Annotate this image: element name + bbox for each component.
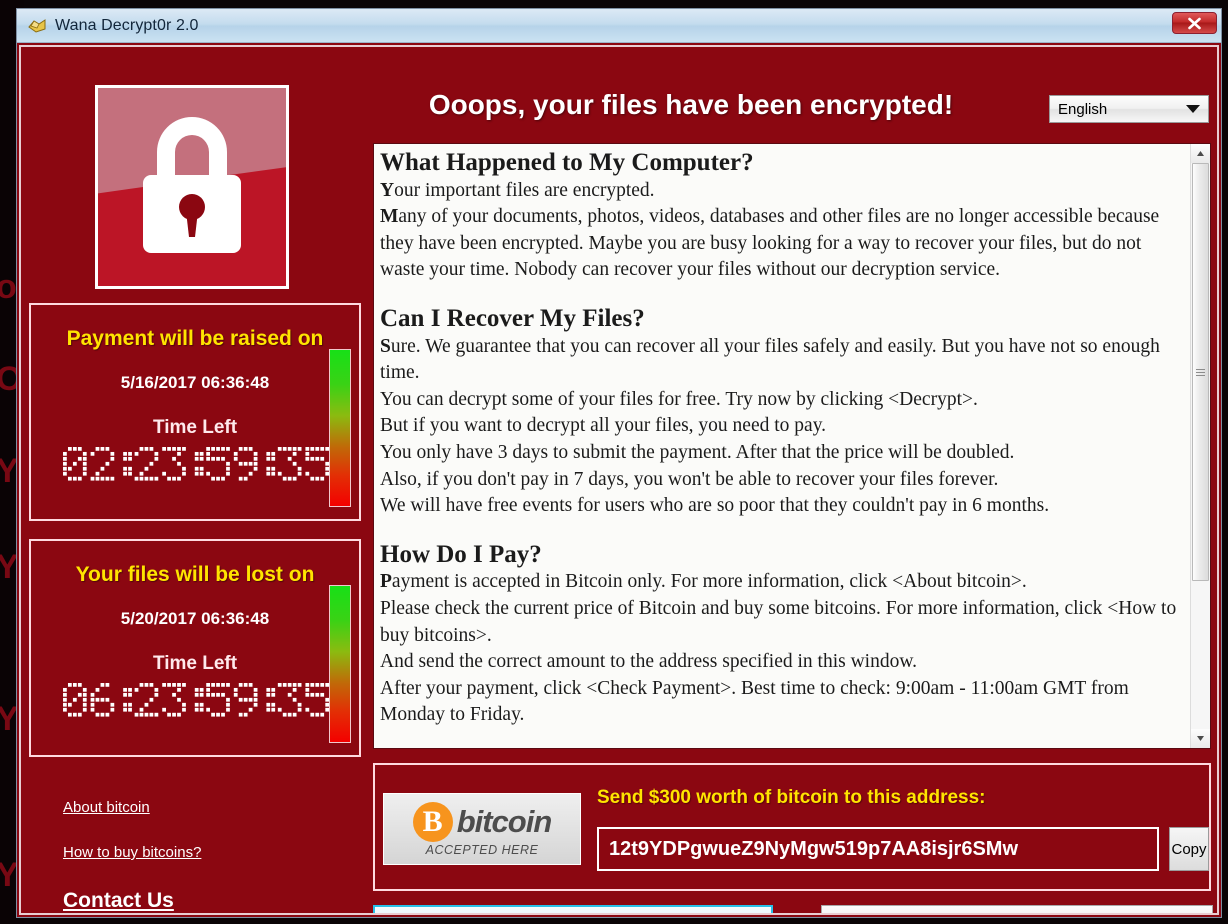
panel-title: Payment will be raised on: [66, 327, 324, 350]
bitcoin-logo-word: bitcoin: [456, 803, 553, 839]
countdown-display: [31, 683, 359, 723]
scroll-up-button[interactable]: [1191, 144, 1210, 163]
link-how-to-buy-bitcoins[interactable]: How to buy bitcoins?: [63, 844, 201, 861]
bitcoin-payment-panel: B bitcoin ACCEPTED HERE Send $300 worth …: [373, 763, 1211, 891]
panel-date: 5/16/2017 06:36:48: [120, 373, 270, 392]
note-heading-3: How Do I Pay?: [380, 540, 542, 568]
copy-address-button[interactable]: Copy: [1169, 827, 1209, 871]
bitcoin-accepted-here-logo: B bitcoin ACCEPTED HERE: [383, 793, 581, 865]
decrypt-button[interactable]: Decrypt: [821, 905, 1213, 913]
padlock-icon: [143, 117, 241, 253]
ransom-note-panel: What Happened to My Computer? Your impor…: [373, 143, 1211, 749]
bitcoin-logo-tagline: ACCEPTED HERE: [425, 842, 539, 857]
note-line: Please check the current price of Bitcoi…: [380, 597, 1177, 646]
close-icon: [1188, 17, 1201, 29]
ransom-note-text: What Happened to My Computer? Your impor…: [374, 144, 1190, 748]
scroll-up-arrow-icon: [1197, 151, 1204, 156]
note-line: Payment is accepted in Bitcoin only. For…: [380, 571, 1027, 593]
payment-raised-panel: Payment will be raised on 5/16/2017 06:3…: [29, 303, 361, 521]
padlock-image: [95, 85, 289, 289]
sidebar-links: About bitcoin How to buy bitcoins? Conta…: [63, 799, 201, 913]
scrollbar-track[interactable]: [1191, 163, 1210, 729]
note-line: But if you want to decrypt all your file…: [380, 415, 827, 437]
language-select-value: English: [1058, 100, 1108, 118]
countdown-gauge: [329, 585, 351, 743]
language-select[interactable]: English: [1049, 95, 1209, 123]
note-line: Sure. We guarantee that you can recover …: [380, 335, 1160, 384]
chevron-down-icon: [1186, 105, 1200, 113]
wana-decryptor-window: Wana Decrypt0r 2.0 Ooops, your files hav…: [16, 8, 1222, 918]
check-payment-button[interactable]: Check Payment: [373, 905, 773, 913]
link-contact-us[interactable]: Contact Us: [63, 889, 174, 913]
payment-prompt: Send $300 worth of bitcoin to this addre…: [597, 787, 986, 808]
time-left-label: Time Left: [152, 417, 238, 438]
note-line: You only have 3 days to submit the payme…: [380, 441, 1015, 463]
bitcoin-coin-icon: B: [412, 801, 453, 842]
window-titlebar[interactable]: Wana Decrypt0r 2.0: [17, 9, 1221, 43]
link-about-bitcoin[interactable]: About bitcoin: [63, 799, 150, 816]
note-line: And send the correct amount to the addre…: [380, 651, 918, 673]
bitcoin-address-input[interactable]: [597, 827, 1159, 871]
note-line: After your payment, click <Check Payment…: [380, 677, 1129, 726]
note-line: Also, if you don't pay in 7 days, you wo…: [380, 468, 999, 490]
note-heading-1: What Happened to My Computer?: [380, 149, 754, 176]
note-line: Your important files are encrypted.: [380, 179, 655, 201]
time-left-label: Time Left: [152, 653, 238, 674]
ransom-note-scrollbar[interactable]: [1190, 144, 1210, 748]
note-line: Many of your documents, photos, videos, …: [380, 206, 1160, 281]
countdown-gauge: [329, 349, 351, 507]
page-title: Ooops, your files have been encrypted!: [428, 89, 954, 120]
close-button[interactable]: [1172, 12, 1217, 34]
window-title: Wana Decrypt0r 2.0: [55, 16, 199, 34]
scrollbar-grip-icon: [1196, 367, 1205, 378]
wana-decryptor-icon: [27, 16, 47, 36]
note-heading-2: Can I Recover My Files?: [380, 304, 645, 332]
scroll-down-arrow-icon: [1197, 736, 1204, 741]
scrollbar-thumb[interactable]: [1192, 163, 1209, 581]
scroll-down-button[interactable]: [1191, 729, 1210, 748]
note-line: You can decrypt some of your files for f…: [380, 388, 978, 410]
countdown-display: [31, 447, 359, 487]
panel-title: Your files will be lost on: [75, 563, 315, 586]
note-line: We will have free events for users who a…: [380, 495, 1050, 517]
panel-date: 5/20/2017 06:36:48: [120, 609, 270, 628]
window-body: Ooops, your files have been encrypted! E…: [19, 45, 1219, 915]
files-lost-panel: Your files will be lost on 5/20/2017 06:…: [29, 539, 361, 757]
